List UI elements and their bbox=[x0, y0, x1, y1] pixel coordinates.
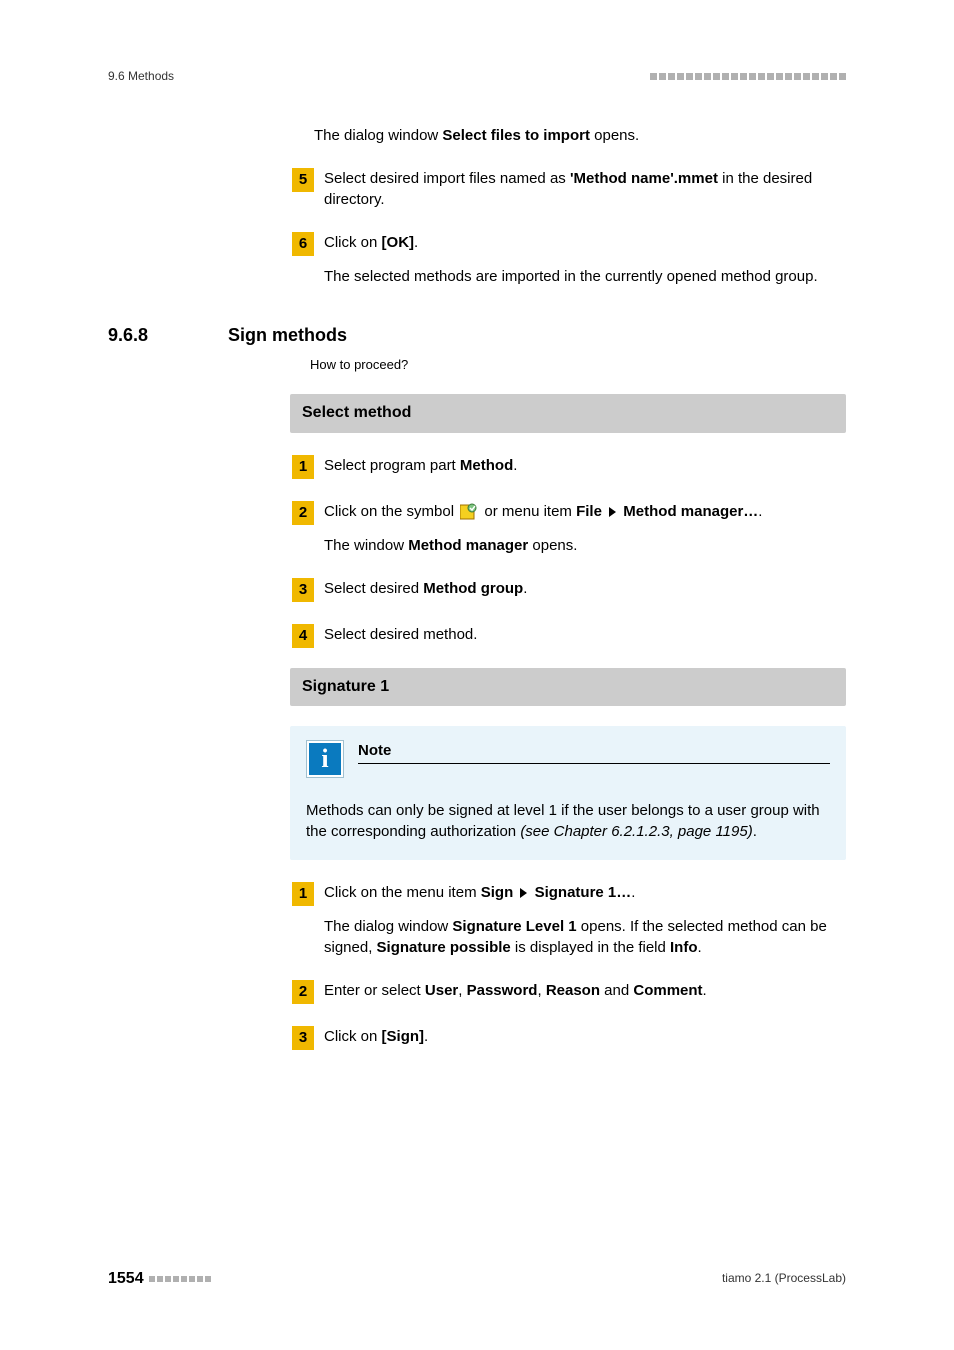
step-text: Click on [OK]. bbox=[324, 232, 846, 256]
step-6-sub: The selected methods are imported in the… bbox=[324, 266, 846, 287]
header-section-ref: 9.6 Methods bbox=[108, 68, 174, 85]
page-content: The dialog window Select files to import… bbox=[0, 85, 954, 1050]
header-decorative-squares bbox=[650, 73, 846, 80]
select-method-step-2: 2 Click on the symbol or menu item File … bbox=[292, 501, 846, 525]
footer-decorative-squares bbox=[149, 1276, 211, 1282]
subheading-signature-1: Signature 1 bbox=[290, 668, 846, 706]
note-text: Methods can only be signed at level 1 if… bbox=[306, 800, 830, 842]
footer-product: tiamo 2.1 (ProcessLab) bbox=[722, 1270, 846, 1287]
page-number: 1554 bbox=[108, 1268, 144, 1290]
signature-step-2: 2 Enter or select User, Password, Reason… bbox=[292, 980, 846, 1004]
page-number-block: 1554 bbox=[108, 1268, 211, 1290]
section-number: 9.6.8 bbox=[108, 323, 188, 348]
step-number: 2 bbox=[292, 980, 314, 1004]
note-header: i Note bbox=[306, 740, 830, 778]
running-header: 9.6 Methods bbox=[0, 0, 954, 85]
step-text: Select desired Method group. bbox=[324, 578, 846, 602]
step-text: Select desired method. bbox=[324, 624, 846, 648]
step-number: 2 bbox=[292, 501, 314, 525]
section-title: Sign methods bbox=[228, 323, 347, 348]
step-number: 3 bbox=[292, 1026, 314, 1050]
select-method-step-3: 3 Select desired Method group. bbox=[292, 578, 846, 602]
method-manager-icon bbox=[460, 503, 478, 521]
signature-step-1: 1 Click on the menu item Sign Signature … bbox=[292, 882, 846, 906]
step-text: Click on the menu item Sign Signature 1…… bbox=[324, 882, 846, 906]
running-footer: 1554 tiamo 2.1 (ProcessLab) bbox=[108, 1268, 846, 1290]
section-heading: 9.6.8 Sign methods bbox=[108, 323, 846, 348]
how-to-proceed: How to proceed? bbox=[310, 356, 846, 374]
menu-arrow-icon bbox=[609, 507, 616, 517]
signature-step-1-sub: The dialog window Signature Level 1 open… bbox=[324, 916, 846, 958]
step-text: Select desired import files named as 'Me… bbox=[324, 168, 846, 210]
select-method-step-4: 4 Select desired method. bbox=[292, 624, 846, 648]
step-number: 1 bbox=[292, 455, 314, 479]
step-number: 1 bbox=[292, 882, 314, 906]
step-6: 6 Click on [OK]. bbox=[292, 232, 846, 256]
step-number: 6 bbox=[292, 232, 314, 256]
select-method-step-2-sub: The window Method manager opens. bbox=[324, 535, 846, 556]
step-5: 5 Select desired import files named as '… bbox=[292, 168, 846, 210]
step-text: Select program part Method. bbox=[324, 455, 846, 479]
signature-step-3: 3 Click on [Sign]. bbox=[292, 1026, 846, 1050]
step-number: 4 bbox=[292, 624, 314, 648]
menu-arrow-icon bbox=[520, 888, 527, 898]
subheading-select-method: Select method bbox=[290, 394, 846, 432]
select-method-step-1: 1 Select program part Method. bbox=[292, 455, 846, 479]
step-text: Click on [Sign]. bbox=[324, 1026, 846, 1050]
step-number: 5 bbox=[292, 168, 314, 192]
info-icon: i bbox=[306, 740, 344, 778]
step-number: 3 bbox=[292, 578, 314, 602]
step-text: Click on the symbol or menu item File Me… bbox=[324, 501, 846, 525]
step-text: Enter or select User, Password, Reason a… bbox=[324, 980, 846, 1004]
note-label: Note bbox=[358, 740, 830, 764]
intro-paragraph: The dialog window Select files to import… bbox=[314, 125, 846, 146]
note-callout: i Note Methods can only be signed at lev… bbox=[290, 726, 846, 860]
